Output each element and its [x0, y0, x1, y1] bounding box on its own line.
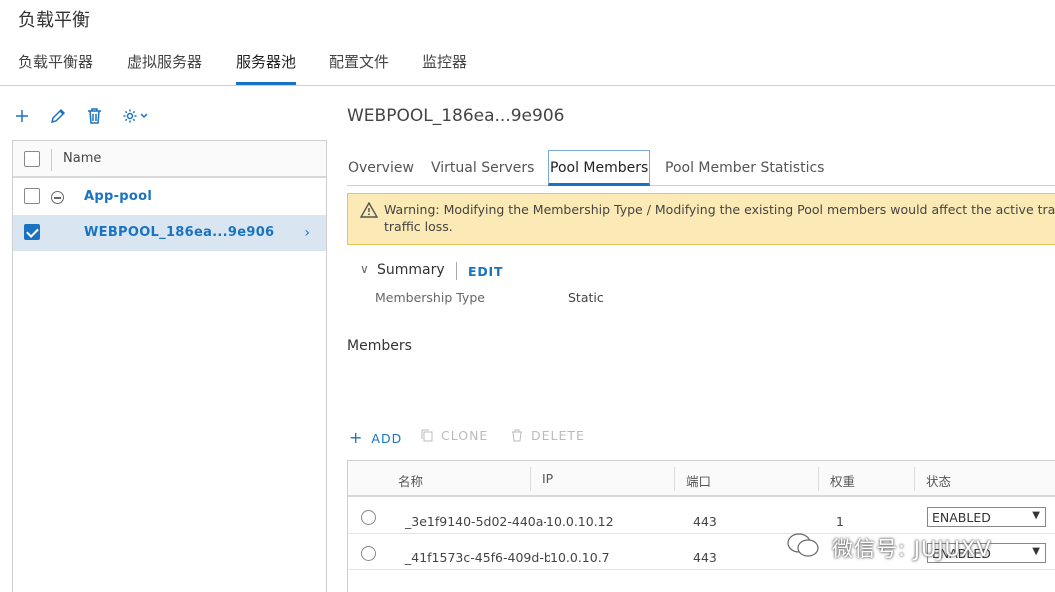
- column-divider[interactable]: [818, 467, 819, 491]
- pool-name[interactable]: App-pool: [84, 189, 152, 204]
- add-pool-button[interactable]: [12, 104, 32, 128]
- column-header-port[interactable]: 端口: [686, 471, 711, 490]
- settings-dropdown-button[interactable]: [120, 104, 150, 128]
- members-table-header: 名称 IP 端口 权重 状态: [348, 461, 1055, 497]
- member-ip: 10.0.10.12: [546, 514, 614, 529]
- copy-icon: [421, 429, 433, 442]
- gear-icon: [123, 109, 137, 123]
- tab-load-balancers[interactable]: 负载平衡器: [18, 51, 93, 85]
- member-port: 443: [693, 514, 717, 529]
- delete-member-label: DELETE: [530, 428, 585, 443]
- tab-overview[interactable]: Overview: [348, 160, 414, 186]
- disabled-status-icon: [51, 191, 64, 204]
- column-header-ip[interactable]: IP: [542, 471, 553, 486]
- pool-list: Name App-pool WEBPOOL_186ea...9e906 ›: [12, 140, 327, 592]
- add-member-button[interactable]: + ADD: [349, 428, 402, 447]
- member-name: _41f1573c-45f6-409d-b4: [405, 550, 560, 565]
- pool-list-header: Name: [13, 141, 326, 178]
- pool-row-webpool[interactable]: WEBPOOL_186ea...9e906 ›: [13, 215, 326, 251]
- status-select[interactable]: ENABLED ▼: [927, 507, 1046, 527]
- dropdown-arrow-icon: ▼: [1032, 510, 1040, 521]
- tab-monitors[interactable]: 监控器: [422, 51, 467, 85]
- warning-text-line1: Warning: Modifying the Membership Type /…: [384, 202, 1055, 217]
- column-header-weight[interactable]: 权重: [830, 471, 855, 490]
- column-divider[interactable]: [674, 467, 675, 491]
- table-row[interactable]: _3e1f9140-5d02-440a-8 10.0.10.12 443 1 E…: [348, 498, 1055, 534]
- column-header-name[interactable]: 名称: [398, 471, 423, 490]
- trash-icon: [87, 108, 101, 124]
- edit-summary-button[interactable]: EDIT: [468, 264, 503, 279]
- tab-virtual-servers-detail[interactable]: Virtual Servers: [431, 160, 534, 186]
- tab-virtual-servers[interactable]: 虚拟服务器: [127, 51, 202, 85]
- row-radio[interactable]: [361, 510, 376, 525]
- members-table: 名称 IP 端口 权重 状态 _3e1f9140-5d02-440a-8 10.…: [347, 460, 1055, 592]
- warning-banner: Warning: Modifying the Membership Type /…: [347, 193, 1055, 245]
- member-port: 443: [693, 550, 717, 565]
- tab-server-pools[interactable]: 服务器池: [236, 51, 297, 85]
- tab-pool-members[interactable]: Pool Members: [548, 150, 651, 186]
- member-name: _3e1f9140-5d02-440a-8: [405, 514, 556, 529]
- delete-pool-button[interactable]: [84, 104, 104, 128]
- column-header-status[interactable]: 状态: [926, 471, 951, 490]
- summary-title[interactable]: Summary: [377, 262, 445, 278]
- warning-text-line2: traffic loss.: [384, 219, 453, 234]
- membership-type-label: Membership Type: [375, 290, 485, 305]
- members-section-title: Members: [347, 338, 412, 354]
- clone-member-label: CLONE: [440, 428, 489, 443]
- page-title: 负载平衡: [18, 10, 90, 31]
- status-select-value: ENABLED: [932, 510, 991, 525]
- row-checkbox[interactable]: [24, 188, 40, 204]
- member-ip: 10.0.10.7: [550, 550, 610, 565]
- column-divider[interactable]: [530, 467, 531, 491]
- top-tab-bar: 负载平衡器 虚拟服务器 服务器池 配置文件 监控器: [0, 40, 1055, 86]
- plus-icon: [16, 110, 28, 122]
- chevron-right-icon[interactable]: ›: [304, 225, 310, 241]
- detail-title: WEBPOOL_186ea...9e906: [347, 106, 565, 126]
- tab-pool-member-statistics[interactable]: Pool Member Statistics: [665, 160, 824, 186]
- wechat-icon: [787, 533, 819, 557]
- detail-tab-bar: Overview Virtual Servers Pool Members Po…: [347, 150, 1055, 186]
- delete-member-button[interactable]: DELETE: [511, 428, 585, 443]
- add-member-label: ADD: [371, 431, 403, 446]
- pool-row-app-pool[interactable]: App-pool: [13, 179, 326, 215]
- watermark-text: 微信号: JUJUXV: [832, 537, 992, 561]
- trash-icon: [512, 429, 522, 442]
- warning-icon: [360, 202, 378, 218]
- membership-type-value: Static: [568, 290, 604, 305]
- row-radio[interactable]: [361, 546, 376, 561]
- collapse-chevron-icon[interactable]: ∨: [360, 262, 369, 276]
- column-name-header: Name: [63, 151, 102, 166]
- member-weight: 1: [836, 514, 844, 529]
- summary-divider: [456, 262, 457, 280]
- row-checkbox[interactable]: [24, 224, 40, 240]
- pool-name[interactable]: WEBPOOL_186ea...9e906: [84, 225, 274, 240]
- chevron-down-icon: [140, 113, 148, 119]
- edit-pool-button[interactable]: [48, 104, 68, 128]
- column-divider[interactable]: [914, 467, 915, 491]
- select-all-checkbox[interactable]: [24, 151, 40, 167]
- clone-member-button[interactable]: CLONE: [421, 428, 488, 443]
- header-divider: [51, 149, 52, 171]
- plus-icon: +: [349, 428, 364, 447]
- dropdown-arrow-icon: ▼: [1032, 546, 1040, 557]
- pencil-icon: [50, 108, 66, 124]
- tab-profiles[interactable]: 配置文件: [329, 51, 389, 85]
